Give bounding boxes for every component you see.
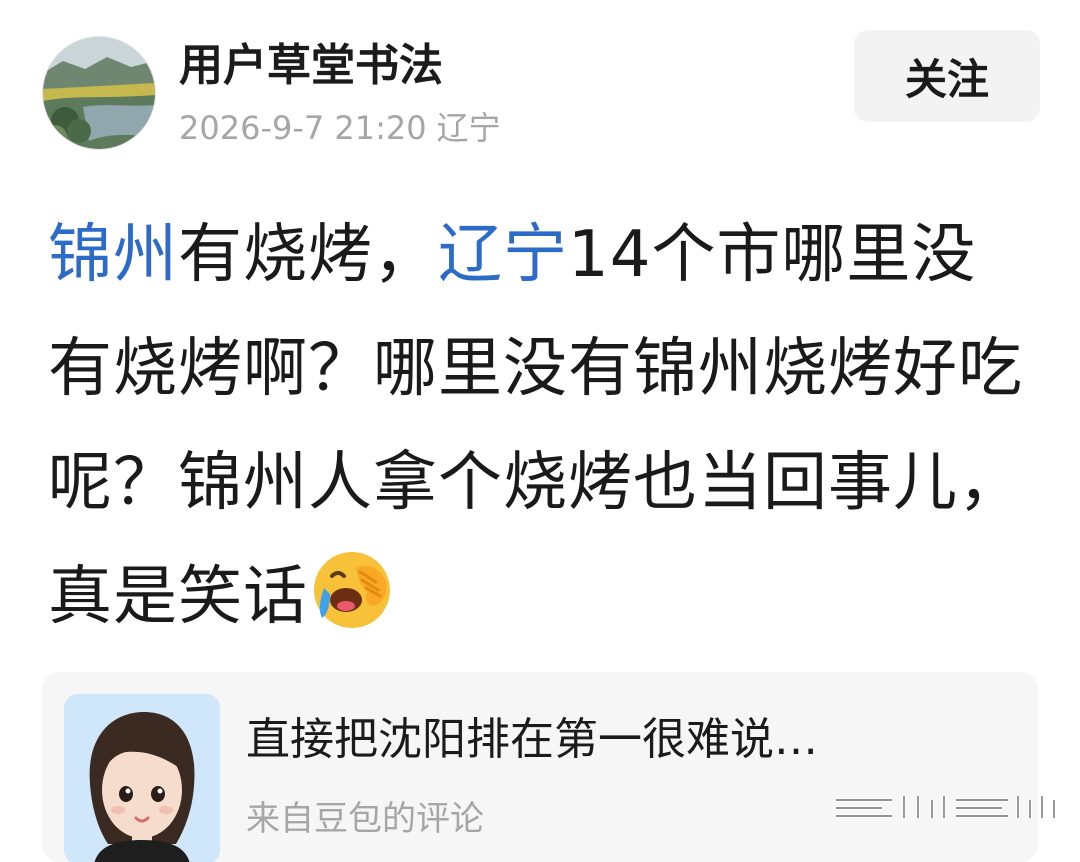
post-text-segment: 有烧烤， (178, 218, 438, 292)
laughing-crying-emoji-icon (310, 548, 394, 668)
post-meta: 2026-9-7 21:20 辽宁 (179, 108, 511, 148)
post-location: 辽宁 (436, 109, 501, 147)
follow-button[interactable]: 关注 (854, 30, 1040, 122)
post-text: 锦州有烧烤，辽宁14个市哪里没有烧烤啊？哪里没有锦州烧烤好吃呢？锦州人拿个烧烤也… (48, 198, 1038, 668)
author-avatar[interactable] (42, 36, 156, 150)
watermark-icon (832, 792, 1060, 826)
post-time: 2026-9-7 21:20 (179, 109, 427, 147)
ai-comment-card[interactable]: 直接把沈阳排在第一很难说… 来自豆包的评论 (42, 672, 1038, 862)
topic-link[interactable]: 辽宁 (438, 218, 568, 292)
ai-assistant-avatar-icon (64, 694, 220, 862)
ai-comment-source: 来自豆包的评论 (246, 799, 484, 839)
topic-link[interactable]: 锦州 (48, 218, 178, 292)
ai-comment-title: 直接把沈阳排在第一很难说… (246, 714, 818, 765)
author-name[interactable]: 用户草堂书法 (179, 36, 443, 96)
